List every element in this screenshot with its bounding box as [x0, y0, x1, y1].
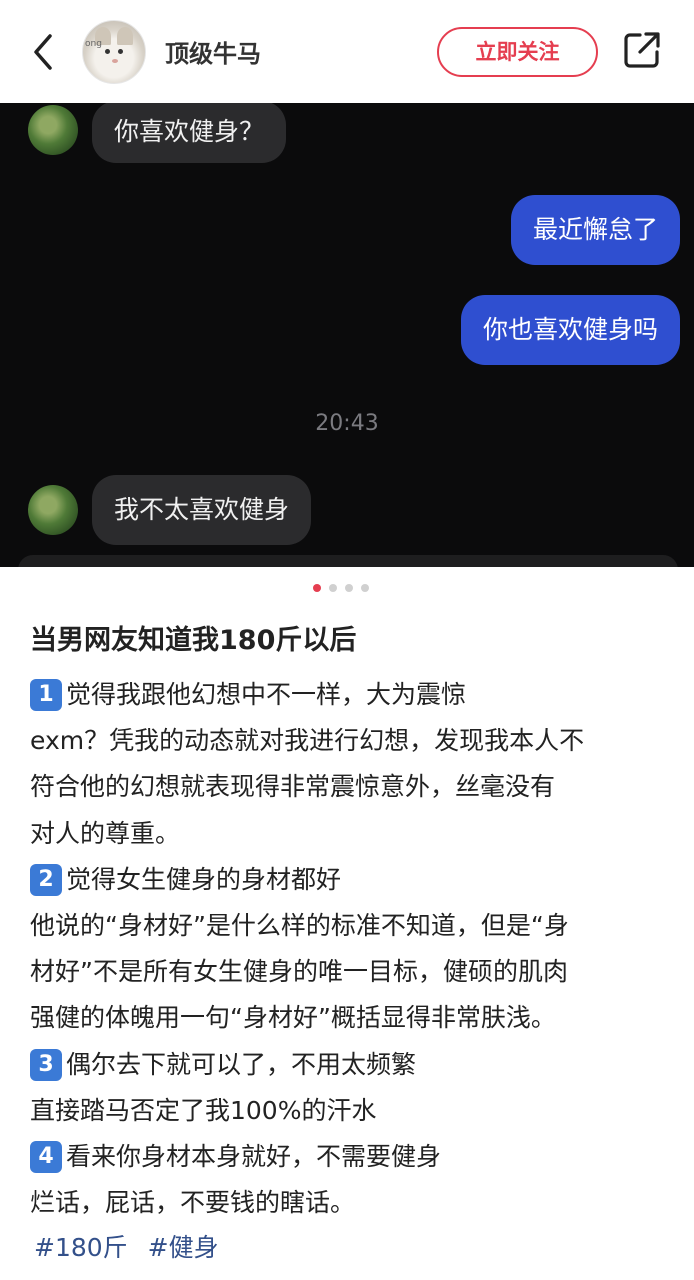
image-pager	[313, 584, 369, 592]
number-badge: 1	[30, 679, 62, 711]
post-image[interactable]: 你喜欢健身？ 最近懈怠了 你也喜欢健身吗 20:43 我不太喜欢健身	[0, 103, 694, 567]
post-line: 3 偶尔去下就可以了，不用太频繁	[30, 1042, 670, 1088]
number-badge: 3	[30, 1048, 62, 1081]
chat-avatar	[28, 105, 78, 155]
post-line: 强健的体魄用一句“身材好”概括显得非常肤浅。	[30, 1003, 556, 1033]
chat-bubble-sent: 你也喜欢健身吗	[460, 295, 680, 365]
number-badge: 2	[30, 863, 62, 896]
hashtag-link[interactable]: #180斤	[34, 1233, 128, 1262]
number-badge: 4	[30, 1140, 62, 1173]
chat-bubble-received: 我不太喜欢健身	[92, 475, 312, 545]
pager-dot[interactable]	[345, 584, 353, 592]
avatar[interactable]: ong	[82, 20, 146, 84]
post-title: 当男网友知道我180斤以后	[30, 625, 357, 656]
avatar-label: ong	[85, 39, 102, 49]
back-icon[interactable]	[28, 30, 60, 74]
chat-avatar	[28, 485, 78, 535]
post-line: 直接踏马否定了我100%的汗水	[30, 1095, 377, 1125]
hashtag-link[interactable]: #健身	[148, 1233, 219, 1262]
chat-bubble-sent: 最近懈怠了	[510, 195, 680, 265]
pager-dot[interactable]	[313, 584, 321, 592]
post-line: exm？凭我的动态就对我进行幻想，发现我本人不	[30, 726, 585, 756]
chat-bubble-partial	[18, 555, 678, 567]
follow-button[interactable]: 立即关注	[437, 27, 598, 77]
post-line: 他说的“身材好”是什么样的标准不知道，但是“身	[30, 910, 569, 940]
chat-bubble-received: 你喜欢健身？	[92, 103, 287, 163]
hashtag-row: #180斤 #健身	[34, 1228, 239, 1264]
post-line: 对人的尊重。	[30, 818, 181, 848]
share-icon[interactable]	[622, 30, 662, 70]
post-body: 1 觉得我跟他幻想中不一样，大为震惊 exm？凭我的动态就对我进行幻想，发现我本人…	[30, 672, 670, 1226]
post-line: 符合他的幻想就表现得非常震惊意外，丝毫没有	[30, 772, 556, 802]
post-line: 1 觉得我跟他幻想中不一样，大为震惊	[30, 672, 670, 718]
username[interactable]: 顶级牛马	[165, 34, 261, 69]
post-line: 2 觉得女生健身的身材都好	[30, 857, 670, 903]
top-bar: ong 顶级牛马 立即关注	[0, 0, 694, 103]
post-line: 材好”不是所有女生健身的唯一目标，健硕的肌肉	[30, 957, 568, 987]
post-line: 4 看来你身材本身就好，不需要健身	[30, 1134, 670, 1180]
pager-dot[interactable]	[361, 584, 369, 592]
post-line: 烂话，屁话，不要钱的瞎话。	[30, 1188, 356, 1218]
pager-dot[interactable]	[329, 584, 337, 592]
chat-timestamp: 20:43	[315, 411, 379, 436]
